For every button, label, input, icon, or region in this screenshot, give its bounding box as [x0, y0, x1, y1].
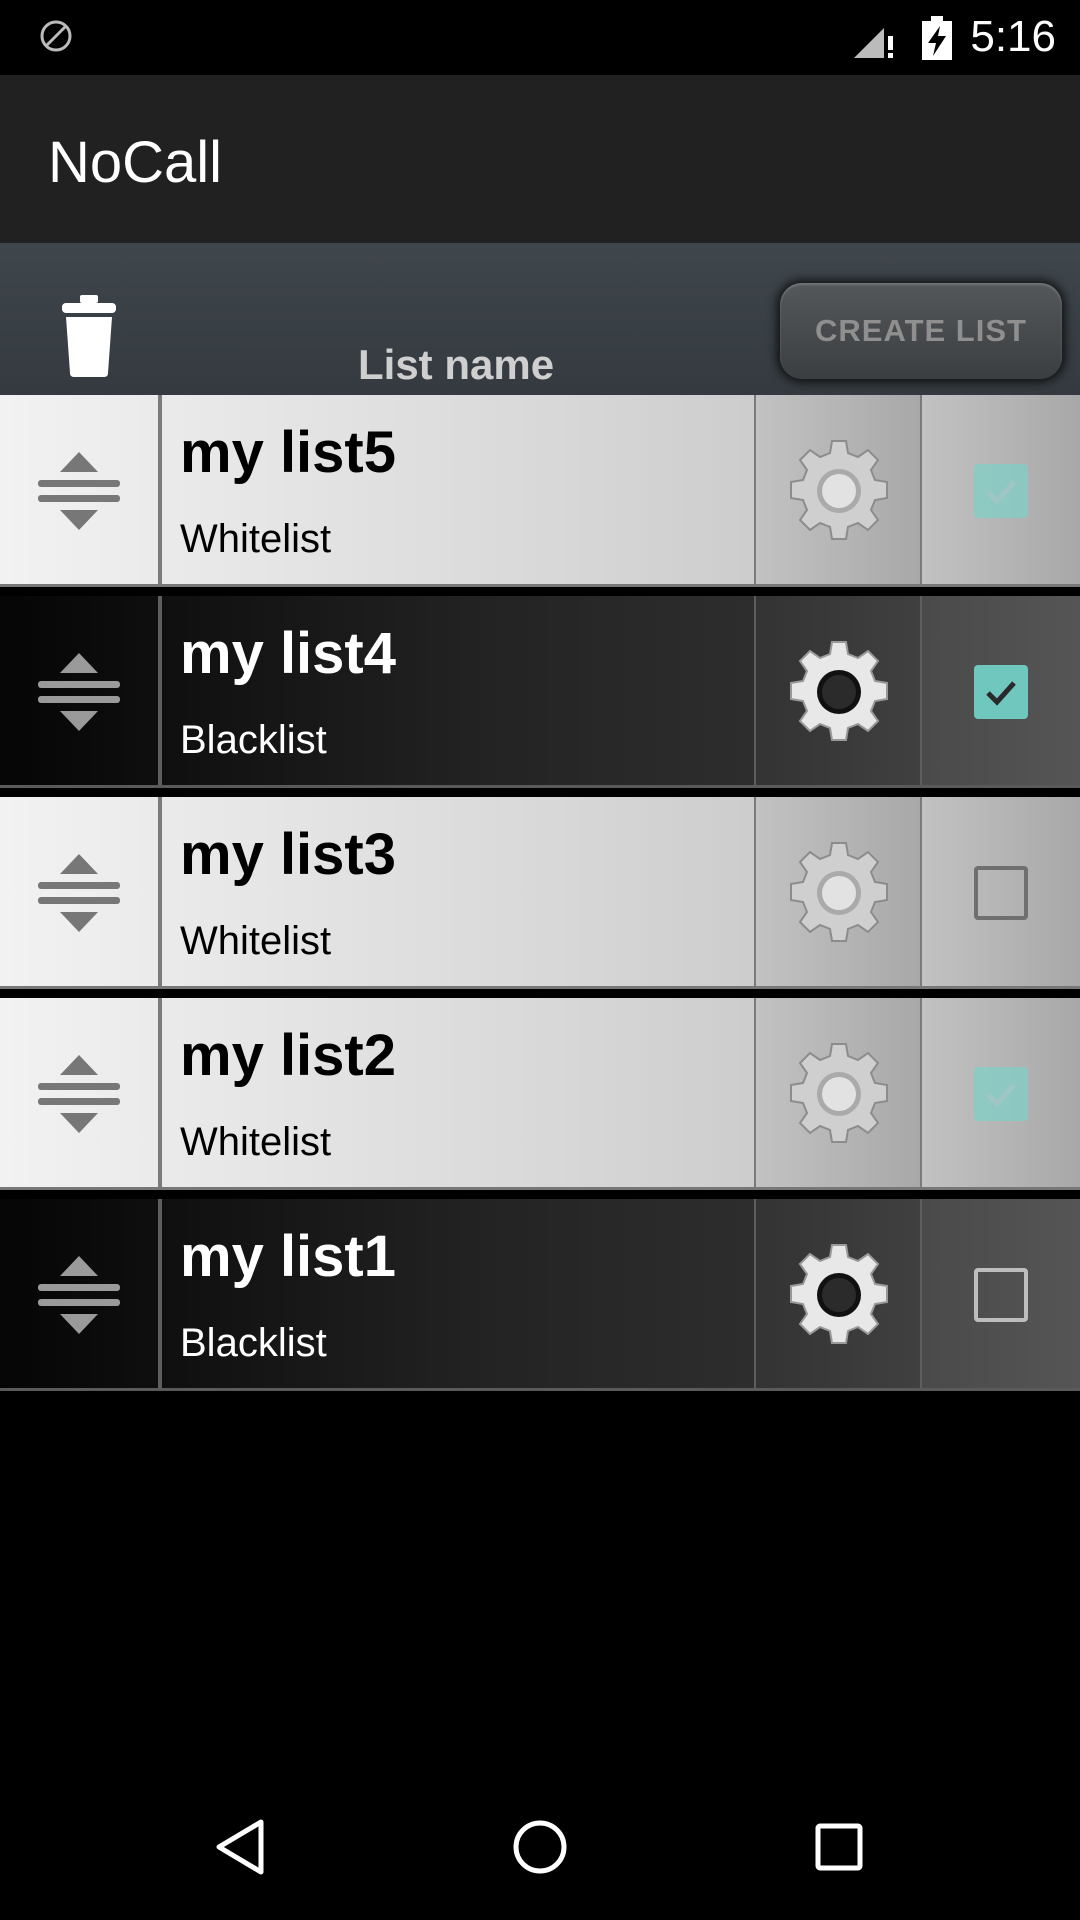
- home-icon[interactable]: [495, 1802, 585, 1892]
- list-name: my list1: [180, 1224, 396, 1289]
- list-row[interactable]: my list4 Blacklist: [0, 596, 1080, 788]
- column-label-list-name: List name: [358, 341, 555, 388]
- checkbox-unchecked-icon: [974, 1268, 1028, 1322]
- create-list-button[interactable]: CREATE LIST: [780, 283, 1062, 379]
- checkbox-unchecked-icon: [974, 866, 1028, 920]
- trash-icon[interactable]: [58, 295, 120, 377]
- row-divider: [0, 1187, 1080, 1190]
- app-title: NoCall: [48, 130, 223, 195]
- checkbox-checked-icon: [974, 464, 1028, 518]
- battery-charging-icon: [922, 16, 952, 60]
- recents-icon[interactable]: [794, 1802, 884, 1892]
- lists-container: my list5 Whitelist my list4 Blacklist my…: [0, 395, 1080, 1391]
- drag-handle-icon[interactable]: [0, 596, 158, 788]
- list-enabled-checkbox[interactable]: [922, 596, 1080, 788]
- drag-handle-icon[interactable]: [0, 797, 158, 989]
- drag-handle-icon[interactable]: [0, 998, 158, 1190]
- status-time: 5:16: [970, 12, 1056, 61]
- divider: [158, 998, 162, 1190]
- list-row[interactable]: my list3 Whitelist: [0, 797, 1080, 989]
- list-enabled-checkbox[interactable]: [922, 797, 1080, 989]
- list-name: my list4: [180, 621, 396, 686]
- settings-gear-icon[interactable]: [756, 1199, 922, 1391]
- list-enabled-checkbox[interactable]: [922, 1199, 1080, 1391]
- list-name: my list2: [180, 1023, 396, 1088]
- list-row[interactable]: my list5 Whitelist: [0, 395, 1080, 587]
- list-header: List name CREATE LIST: [0, 243, 1080, 395]
- settings-gear-icon[interactable]: [756, 395, 922, 587]
- nav-bar: [0, 1770, 1080, 1920]
- divider: [158, 596, 162, 788]
- signal-icon: [854, 28, 893, 58]
- settings-gear-icon[interactable]: [756, 797, 922, 989]
- back-icon[interactable]: [196, 1802, 286, 1892]
- row-divider: [0, 986, 1080, 989]
- list-name: my list5: [180, 420, 396, 485]
- list-type: Whitelist: [180, 919, 332, 963]
- app-bar: NoCall: [0, 75, 1080, 243]
- list-row[interactable]: my list1 Blacklist: [0, 1199, 1080, 1391]
- no-sim-icon: [40, 20, 72, 52]
- list-enabled-checkbox[interactable]: [922, 395, 1080, 587]
- settings-gear-icon[interactable]: [756, 998, 922, 1190]
- list-type: Blacklist: [180, 1321, 327, 1365]
- drag-handle-icon[interactable]: [0, 395, 158, 587]
- status-bar: 5:16: [0, 0, 1080, 75]
- row-divider: [0, 1388, 1080, 1391]
- divider: [158, 395, 162, 587]
- list-row[interactable]: my list2 Whitelist: [0, 998, 1080, 1190]
- list-enabled-checkbox[interactable]: [922, 998, 1080, 1190]
- drag-handle-icon[interactable]: [0, 1199, 158, 1391]
- list-type: Blacklist: [180, 718, 327, 762]
- list-name: my list3: [180, 822, 396, 887]
- row-divider: [0, 584, 1080, 587]
- list-type: Whitelist: [180, 517, 332, 561]
- checkbox-checked-icon: [974, 665, 1028, 719]
- list-type: Whitelist: [180, 1120, 332, 1164]
- checkbox-checked-icon: [974, 1067, 1028, 1121]
- row-divider: [0, 785, 1080, 788]
- divider: [158, 1199, 162, 1391]
- settings-gear-icon[interactable]: [756, 596, 922, 788]
- divider: [158, 797, 162, 989]
